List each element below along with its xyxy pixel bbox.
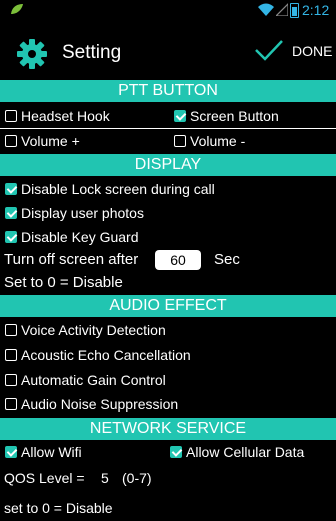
audio-row-3: Automatic Gain Control bbox=[0, 368, 336, 392]
disable-key-guard-label: Disable Key Guard bbox=[21, 229, 139, 245]
network-row-1: Allow Wifi Allow Cellular Data bbox=[0, 440, 336, 464]
headset-hook-label: Headset Hook bbox=[21, 108, 110, 124]
disable-lock-screen-checkbox[interactable]: Disable Lock screen during call bbox=[5, 177, 215, 201]
leaf-icon bbox=[11, 4, 23, 14]
display-row-1: Disable Lock screen during call bbox=[0, 177, 336, 201]
section-ptt-button: PTT BUTTON bbox=[0, 80, 336, 102]
voice-activity-detection-label: Voice Activity Detection bbox=[21, 322, 166, 338]
checkbox-box bbox=[5, 183, 17, 195]
wifi-icon bbox=[258, 3, 274, 16]
allow-cellular-data-checkbox[interactable]: Allow Cellular Data bbox=[170, 440, 304, 464]
acoustic-echo-cancellation-label: Acoustic Echo Cancellation bbox=[21, 347, 191, 363]
action-bar: Setting DONE bbox=[0, 22, 336, 80]
status-bar: 2:12 bbox=[0, 0, 336, 22]
acoustic-echo-cancellation-checkbox[interactable]: Acoustic Echo Cancellation bbox=[5, 343, 191, 367]
signal-icon bbox=[276, 3, 288, 16]
display-disable-note: Set to 0 = Disable bbox=[4, 274, 123, 291]
audio-noise-suppression-label: Audio Noise Suppression bbox=[21, 396, 179, 412]
status-time: 2:12 bbox=[302, 2, 330, 18]
allow-wifi-checkbox[interactable]: Allow Wifi bbox=[5, 440, 82, 464]
checkbox-box bbox=[5, 135, 17, 147]
done-button[interactable]: DONE bbox=[292, 43, 332, 59]
display-row-3: Disable Key Guard bbox=[0, 225, 336, 249]
audio-row-1: Voice Activity Detection bbox=[0, 318, 336, 342]
volume-up-label: Volume + bbox=[21, 133, 80, 149]
checkbox-box bbox=[170, 446, 182, 458]
display-row-2: Display user photos bbox=[0, 201, 336, 225]
qos-level-value[interactable]: 5 bbox=[101, 470, 109, 486]
checkbox-box bbox=[5, 324, 17, 336]
turn-off-screen-input[interactable]: 60 bbox=[155, 250, 201, 270]
disable-lock-screen-label: Disable Lock screen during call bbox=[21, 181, 215, 197]
qos-level-range: (0-7) bbox=[122, 470, 152, 486]
ptt-row-2: Volume + Volume - bbox=[0, 129, 336, 153]
checkbox-box bbox=[174, 110, 186, 122]
checkbox-box bbox=[5, 374, 17, 386]
headset-hook-checkbox[interactable]: Headset Hook bbox=[5, 104, 110, 128]
allow-wifi-label: Allow Wifi bbox=[21, 444, 82, 460]
ptt-row-1: Headset Hook Screen Button bbox=[0, 104, 336, 128]
turn-off-screen-label: Turn off screen after bbox=[4, 251, 139, 268]
qos-level-label: QOS Level = bbox=[4, 470, 85, 486]
audio-noise-suppression-checkbox[interactable]: Audio Noise Suppression bbox=[5, 392, 178, 416]
check-icon[interactable] bbox=[254, 38, 284, 62]
automatic-gain-control-checkbox[interactable]: Automatic Gain Control bbox=[5, 368, 166, 392]
turn-off-unit: Sec bbox=[214, 251, 240, 268]
audio-row-2: Acoustic Echo Cancellation bbox=[0, 343, 336, 367]
audio-row-4: Audio Noise Suppression bbox=[0, 392, 336, 416]
checkbox-box bbox=[5, 110, 17, 122]
page-title: Setting bbox=[62, 42, 122, 63]
volume-up-checkbox[interactable]: Volume + bbox=[5, 129, 80, 153]
section-display: DISPLAY bbox=[0, 154, 336, 176]
volume-down-checkbox[interactable]: Volume - bbox=[174, 129, 245, 153]
checkbox-box bbox=[5, 398, 17, 410]
gear-icon bbox=[17, 39, 47, 69]
display-user-photos-label: Display user photos bbox=[21, 205, 144, 221]
volume-down-label: Volume - bbox=[190, 133, 246, 149]
battery-icon bbox=[290, 3, 299, 18]
network-disable-note: set to 0 = Disable bbox=[4, 500, 113, 516]
checkbox-box bbox=[174, 135, 186, 147]
allow-cellular-data-label: Allow Cellular Data bbox=[186, 444, 305, 460]
disable-key-guard-checkbox[interactable]: Disable Key Guard bbox=[5, 225, 139, 249]
checkbox-box bbox=[5, 231, 17, 243]
screen-button-checkbox[interactable]: Screen Button bbox=[174, 104, 279, 128]
screen-button-label: Screen Button bbox=[190, 108, 279, 124]
display-user-photos-checkbox[interactable]: Display user photos bbox=[5, 201, 144, 225]
section-network-service: NETWORK SERVICE bbox=[0, 418, 336, 440]
checkbox-box bbox=[5, 446, 17, 458]
checkbox-box bbox=[5, 207, 17, 219]
voice-activity-detection-checkbox[interactable]: Voice Activity Detection bbox=[5, 318, 166, 342]
automatic-gain-control-label: Automatic Gain Control bbox=[21, 372, 166, 388]
checkbox-box bbox=[5, 349, 17, 361]
section-audio-effect: AUDIO EFFECT bbox=[0, 295, 336, 317]
